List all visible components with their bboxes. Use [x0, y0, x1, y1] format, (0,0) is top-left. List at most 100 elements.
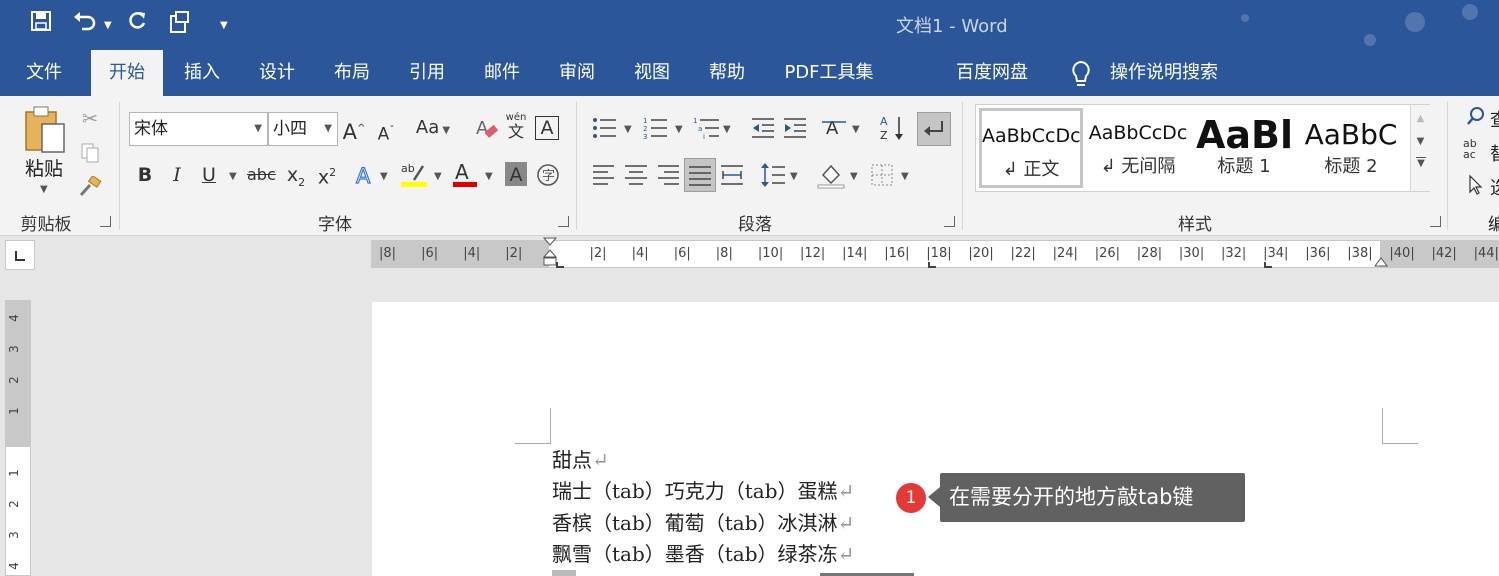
undo-dropdown-icon[interactable]: ▼ [104, 20, 112, 31]
align-center-icon[interactable] [624, 163, 648, 191]
tab-design[interactable]: 设计 [246, 50, 308, 96]
bullets-dropdown-icon[interactable]: ▼ [624, 124, 632, 135]
highlight-dropdown-icon[interactable]: ▼ [434, 171, 442, 182]
text-effects-icon[interactable]: A [353, 163, 377, 191]
tab-stop-marker-icon[interactable] [556, 262, 564, 268]
select-icon[interactable] [1468, 174, 1484, 200]
format-painter-icon[interactable] [78, 174, 102, 202]
tab-mailings[interactable]: 邮件 [471, 50, 533, 96]
customize-toolbar-icon[interactable]: ▼ [220, 20, 228, 31]
tab-selector[interactable] [5, 240, 35, 270]
font-color-icon[interactable]: A [452, 160, 478, 192]
sort-icon[interactable]: AZ [880, 114, 906, 146]
underline-dropdown-icon[interactable]: ▼ [229, 171, 237, 182]
font-size-combo[interactable]: 小四 ▼ [268, 112, 338, 146]
tab-review[interactable]: 审阅 [546, 50, 608, 96]
font-size-dropdown-icon[interactable]: ▼ [324, 113, 332, 145]
tab-stop-marker-icon[interactable] [928, 262, 936, 268]
copy-icon[interactable] [80, 142, 100, 168]
shading-dropdown-icon[interactable]: ▼ [850, 171, 858, 182]
document-line[interactable]: 甜点↵ [552, 445, 609, 475]
borders-icon[interactable] [870, 163, 894, 191]
increase-indent-icon[interactable] [782, 116, 808, 144]
tab-home[interactable]: 开始 [91, 50, 163, 96]
paste-dropdown-icon[interactable]: ▼ [40, 184, 48, 195]
cut-icon[interactable]: ✂ [78, 106, 102, 132]
change-case-button[interactable]: Aa ▼ [414, 115, 452, 144]
borders-dropdown-icon[interactable]: ▼ [901, 171, 909, 182]
paste-button[interactable]: 粘贴 [22, 154, 66, 181]
numbering-dropdown-icon[interactable]: ▼ [675, 124, 683, 135]
text-effects-dropdown-icon[interactable]: ▼ [380, 171, 388, 182]
clear-formatting-icon[interactable]: A [475, 116, 499, 144]
styles-dialog-launcher-icon[interactable] [1430, 216, 1441, 227]
numbering-icon[interactable]: 123 [643, 116, 669, 144]
text-direction-icon[interactable]: A [820, 114, 848, 146]
document-line[interactable]: 瑞士（tab）巧克力（tab）蛋糕↵ [552, 476, 854, 506]
first-line-indent-marker-icon[interactable] [542, 237, 558, 275]
italic-icon[interactable]: I [167, 162, 187, 188]
style-no-spacing[interactable]: AaBbCcDc ↲ 无间隔 [1088, 108, 1188, 188]
align-right-icon[interactable] [656, 163, 680, 191]
superscript-icon[interactable]: x2 [315, 160, 339, 190]
phonetic-guide-icon[interactable]: wén 文 [505, 112, 527, 141]
styles-more-icon[interactable]: ▼ [1416, 157, 1426, 169]
line-spacing-icon[interactable] [760, 161, 786, 193]
grow-font-icon[interactable]: A^ [342, 116, 366, 145]
align-left-icon[interactable] [592, 163, 616, 191]
bullets-icon[interactable] [592, 116, 618, 144]
underline-icon[interactable]: U [199, 162, 219, 188]
lightbulb-icon[interactable] [1070, 60, 1092, 92]
tab-help[interactable]: 帮助 [696, 50, 758, 96]
font-name-combo[interactable]: 宋体 ▼ [129, 112, 268, 146]
styles-scroll-down-icon[interactable]: ▼ [1411, 136, 1430, 147]
find-label[interactable]: 查 [1490, 106, 1499, 132]
styles-scroll-up-icon[interactable]: ▲ [1411, 113, 1430, 124]
font-name-dropdown-icon[interactable]: ▼ [254, 113, 262, 145]
enclose-characters-icon[interactable]: 字 [536, 163, 560, 191]
distributed-icon[interactable] [720, 163, 744, 191]
tab-references[interactable]: 引用 [396, 50, 458, 96]
replace-label[interactable]: 替 [1490, 140, 1499, 166]
font-dialog-launcher-icon[interactable] [558, 216, 569, 227]
tab-view[interactable]: 视图 [621, 50, 683, 96]
clipboard-dialog-launcher-icon[interactable] [100, 216, 111, 227]
style-heading-2[interactable]: AaBbC 标题 2 [1300, 108, 1402, 188]
tab-insert[interactable]: 插入 [171, 50, 233, 96]
tab-layout[interactable]: 布局 [321, 50, 383, 96]
show-paragraph-marks-button[interactable] [917, 112, 951, 146]
tab-stop-marker-icon[interactable] [1264, 262, 1272, 268]
document-line[interactable]: 香槟（tab）葡萄（tab）冰淇淋↵ [552, 508, 854, 538]
replace-icon[interactable]: ab ac [1463, 138, 1477, 160]
paragraph-dialog-launcher-icon[interactable] [944, 216, 955, 227]
highlight-color-icon[interactable]: ab [400, 160, 428, 192]
tab-baidu-netdisk[interactable]: 百度网盘 [946, 50, 1038, 96]
style-heading-1[interactable]: AaBl 标题 1 [1196, 108, 1292, 188]
right-indent-marker-icon[interactable] [1374, 255, 1388, 271]
subscript-icon[interactable]: x2 [284, 162, 308, 196]
font-color-dropdown-icon[interactable]: ▼ [485, 171, 493, 182]
multilevel-list-icon[interactable]: 1ai [693, 116, 721, 144]
paste-icon[interactable] [22, 104, 68, 158]
shrink-font-icon[interactable]: Aˇ [374, 118, 398, 148]
line-spacing-dropdown-icon[interactable]: ▼ [790, 171, 798, 182]
character-border-icon[interactable]: A [535, 116, 559, 140]
justify-button[interactable] [684, 158, 716, 192]
find-icon[interactable] [1466, 106, 1486, 130]
vertical-ruler[interactable]: 4 3 2 1 1 2 3 4 [5, 300, 31, 576]
decrease-indent-icon[interactable] [750, 116, 776, 144]
shading-icon[interactable] [817, 161, 845, 193]
style-normal[interactable]: AaBbCcDc ↲ 正文 [979, 108, 1083, 188]
select-label[interactable]: 选 [1490, 174, 1499, 200]
tell-me-search[interactable]: 操作说明搜索 [1102, 50, 1226, 96]
save-icon[interactable] [30, 10, 52, 39]
redo-icon[interactable] [126, 10, 148, 39]
touch-mode-icon[interactable] [168, 10, 192, 41]
multilevel-dropdown-icon[interactable]: ▼ [723, 124, 731, 135]
tab-file[interactable]: 文件 [15, 50, 73, 96]
bold-icon[interactable]: B [135, 162, 155, 188]
tab-pdf-tools[interactable]: PDF工具集 [776, 50, 882, 96]
strikethrough-icon[interactable]: abc [247, 162, 276, 188]
document-line[interactable]: 飘雪（tab）墨香（tab）绿茶冻↵ [552, 539, 854, 569]
undo-icon[interactable] [73, 10, 97, 39]
